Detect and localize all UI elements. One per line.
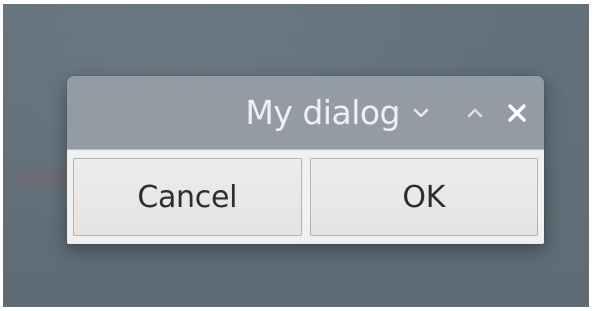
desktop-background: My dialog Cancel OK [3,4,589,307]
dialog-title: My dialog [245,93,400,132]
cancel-button[interactable]: Cancel [73,158,302,236]
chevron-down-icon[interactable] [406,93,436,133]
ok-button[interactable]: OK [309,158,538,236]
dialog-body: Cancel OK [67,149,544,244]
background-artifact [17,172,67,182]
chevron-up-icon[interactable] [462,93,488,133]
close-icon[interactable] [502,93,532,133]
dialog-window: My dialog Cancel OK [67,76,544,244]
dialog-titlebar[interactable]: My dialog [67,76,544,149]
